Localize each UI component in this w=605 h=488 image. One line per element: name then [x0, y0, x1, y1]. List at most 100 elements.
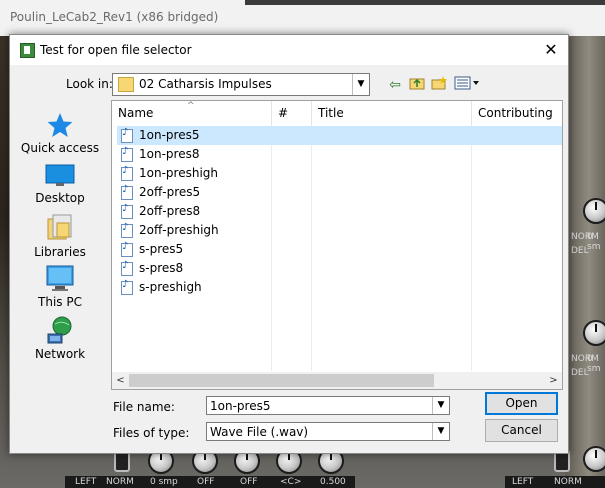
file-name: 1on-pres8 [139, 147, 200, 161]
file-row[interactable]: s-preshigh [117, 278, 562, 297]
new-folder-icon [431, 76, 447, 90]
column-header-number[interactable]: # [272, 101, 312, 125]
up-folder-icon [409, 78, 425, 90]
plugin-label: 0 sm [587, 354, 601, 374]
place-quick-access[interactable]: Quick access [10, 111, 110, 155]
file-list[interactable]: ^ Name # Title Contributing art 1on-pres… [111, 100, 563, 390]
places-bar: Quick access Desktop Libraries This PC N… [10, 103, 110, 403]
column-header-name[interactable]: ^ Name [112, 101, 272, 125]
open-button[interactable]: Open [485, 392, 558, 415]
file-name: 1on-preshigh [139, 166, 218, 180]
cancel-button[interactable]: Cancel [485, 419, 558, 442]
look-in-value: 02 Catharsis Impulses [139, 77, 272, 91]
plugin-label: OFF [240, 477, 258, 487]
plugin-label: 0.500 [320, 477, 346, 487]
plugin-label: 0 smp [150, 477, 178, 487]
file-name: s-preshigh [139, 280, 202, 294]
file-name: 2off-preshigh [139, 223, 219, 237]
chevron-down-icon[interactable]: ▼ [432, 423, 449, 440]
new-folder-button[interactable] [430, 76, 448, 94]
dialog-title: Test for open file selector [40, 43, 192, 57]
place-label: Quick access [20, 141, 100, 155]
up-folder-button[interactable] [408, 76, 426, 94]
folder-icon [118, 77, 134, 92]
file-type-dropdown[interactable]: Wave File (.wav) ▼ [206, 422, 450, 441]
plugin-label: 0 sm [587, 232, 601, 252]
place-libraries[interactable]: Libraries [10, 213, 110, 259]
host-window-title: Poulin_LeCab2_Rev1 (x86 bridged) [10, 10, 219, 24]
file-name: 2off-pres8 [139, 204, 201, 218]
file-row[interactable]: 2off-preshigh [117, 221, 562, 240]
plugin-label: OFF [197, 477, 215, 487]
host-titlebar: Poulin_LeCab2_Rev1 (x86 bridged) [0, 0, 605, 37]
file-type-value: Wave File (.wav) [210, 425, 309, 439]
close-button[interactable]: ✕ [540, 39, 562, 61]
file-name: 2off-pres5 [139, 185, 201, 199]
column-header-title[interactable]: Title [312, 101, 472, 125]
file-name-field[interactable]: 1on-pres5 ▼ [206, 396, 450, 415]
plugin-label: NORM [106, 477, 134, 487]
dialog-titlebar: Test for open file selector ✕ [10, 35, 568, 65]
file-name-value: 1on-pres5 [210, 399, 271, 413]
close-icon: ✕ [544, 40, 558, 59]
view-menu-icon [454, 76, 479, 90]
file-row[interactable]: 2off-pres5 [117, 183, 562, 202]
place-desktop[interactable]: Desktop [10, 163, 110, 205]
computer-icon [46, 265, 74, 291]
audio-file-icon [121, 203, 133, 219]
horizontal-scrollbar[interactable]: < > [112, 372, 562, 389]
audio-file-icon [121, 146, 133, 162]
scroll-right-icon[interactable]: > [545, 372, 562, 389]
place-this-pc[interactable]: This PC [10, 263, 110, 309]
place-label: Libraries [34, 245, 86, 259]
file-type-label: Files of type: [113, 426, 190, 440]
back-arrow-icon: ⇦ [389, 77, 401, 93]
plugin-label: DEL [571, 368, 589, 378]
audio-file-icon [121, 260, 133, 276]
file-name: s-pres5 [139, 242, 184, 256]
plugin-right-panel [565, 36, 605, 488]
file-name-label: File name: [113, 400, 175, 414]
plugin-label: DEL [571, 246, 589, 256]
audio-file-icon [121, 241, 133, 257]
plugin-knob[interactable] [583, 198, 605, 224]
audio-file-icon [121, 127, 133, 143]
column-label: Title [318, 106, 344, 120]
plugin-label: NORM [554, 477, 582, 487]
view-menu-button[interactable] [453, 76, 481, 94]
file-name: s-pres8 [139, 261, 184, 275]
look-in-label: Look in: [66, 77, 113, 91]
chevron-down-icon[interactable]: ▼ [432, 397, 449, 414]
column-header-contributing-artists[interactable]: Contributing art [472, 101, 562, 144]
look-in-dropdown[interactable]: 02 Catharsis Impulses ▼ [112, 73, 370, 96]
column-label: # [278, 106, 289, 120]
place-label: Network [34, 347, 86, 361]
back-button[interactable]: ⇦ [386, 76, 404, 94]
place-label: This PC [38, 295, 82, 309]
file-row[interactable]: 2off-pres8 [117, 202, 562, 221]
chevron-down-icon[interactable]: ▼ [352, 74, 369, 95]
star-icon [47, 113, 73, 137]
file-row[interactable]: 1on-preshigh [117, 164, 562, 183]
libraries-icon [47, 214, 72, 240]
file-name: 1on-pres5 [139, 128, 200, 142]
file-row[interactable]: s-pres8 [117, 259, 562, 278]
scroll-left-icon[interactable]: < [112, 372, 129, 389]
plugin-label: <C> [280, 477, 302, 487]
file-row[interactable]: s-pres5 [117, 240, 562, 259]
place-network[interactable]: Network [10, 315, 110, 361]
open-file-dialog: Test for open file selector ✕ Look in: 0… [9, 34, 569, 454]
network-icon [47, 316, 72, 344]
audio-file-icon [121, 279, 133, 295]
file-row[interactable]: 1on-pres8 [117, 145, 562, 164]
plugin-knob[interactable] [583, 320, 605, 346]
audio-file-icon [121, 184, 133, 200]
desktop-icon [45, 164, 75, 186]
file-row[interactable]: 1on-pres5 [117, 126, 562, 145]
scroll-thumb[interactable] [129, 374, 434, 387]
app-icon [20, 43, 35, 58]
audio-file-icon [121, 165, 133, 181]
plugin-knob[interactable] [583, 446, 605, 472]
column-label: Name [118, 106, 154, 120]
place-label: Desktop [35, 191, 85, 205]
